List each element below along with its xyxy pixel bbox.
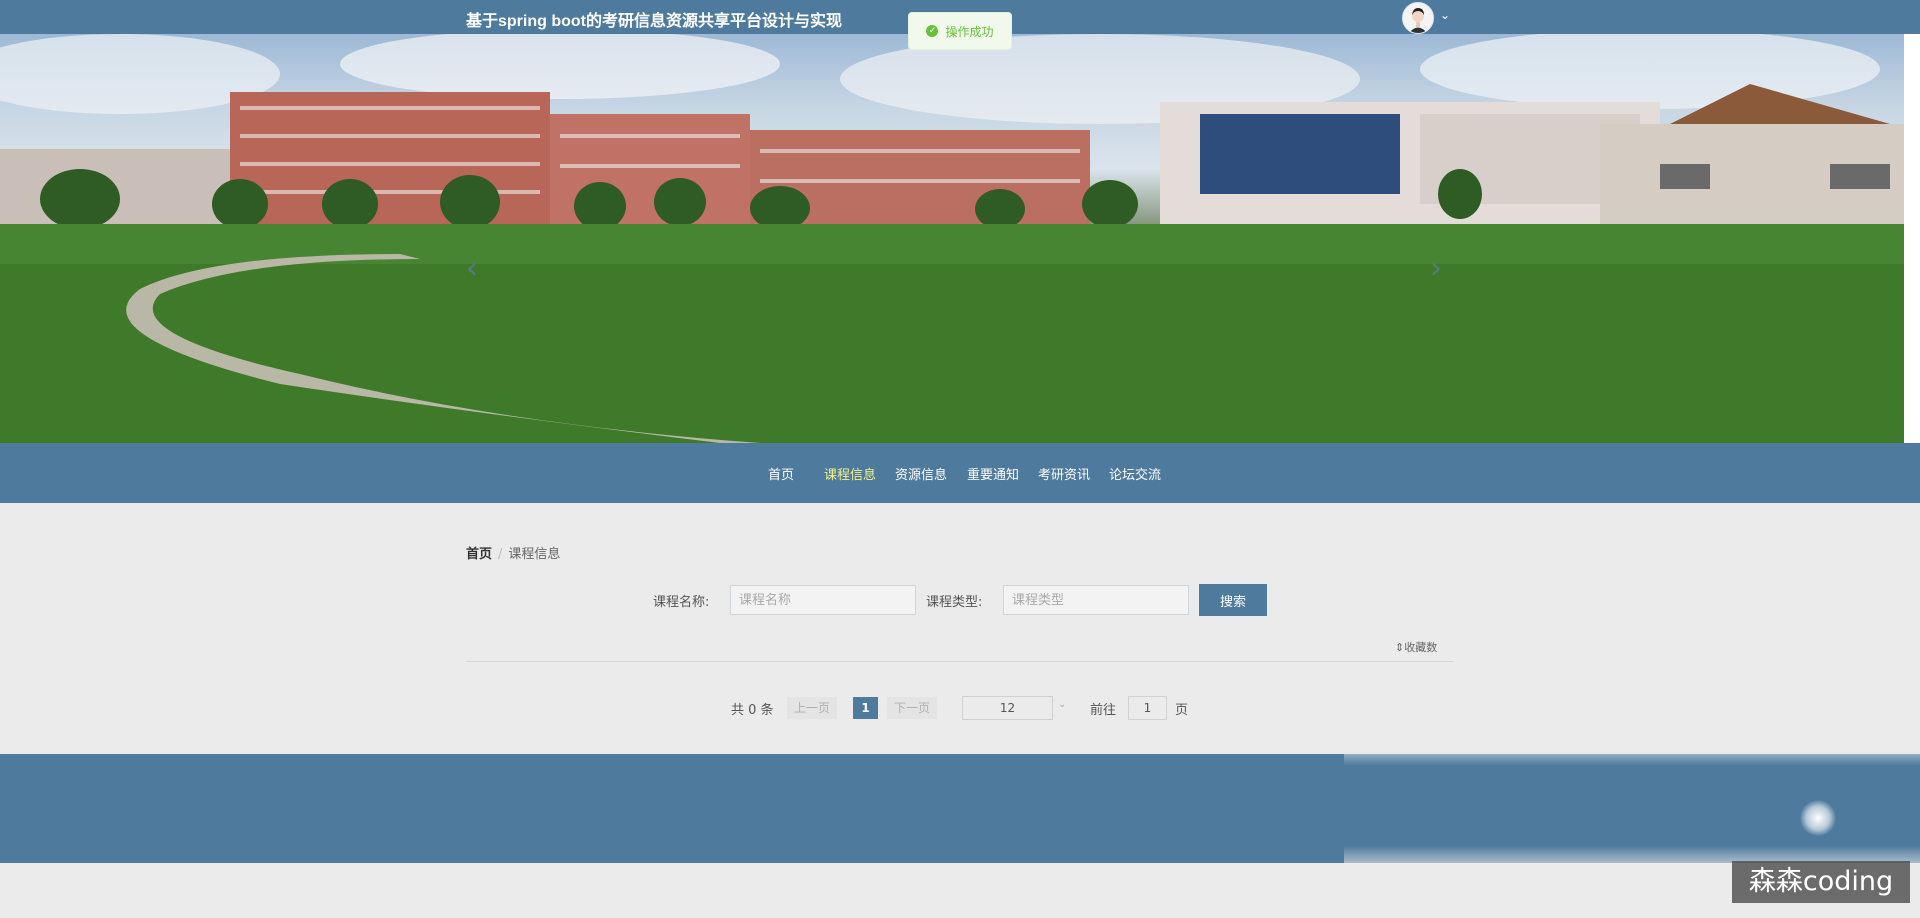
watermark: 森森coding [1732, 861, 1910, 903]
banner-carousel: ‹ › [0, 34, 1904, 443]
site-title: 基于spring boot的考研信息资源共享平台设计与实现 [466, 13, 842, 30]
course-type-input[interactable] [1003, 585, 1189, 615]
breadcrumb-home[interactable]: 首页 [466, 547, 492, 562]
carousel-prev-arrow[interactable]: ‹ [466, 254, 478, 284]
footer-light-dot [1800, 800, 1836, 836]
sort-by-favorites[interactable]: ⇕收藏数 [1395, 639, 1437, 655]
user-avatar[interactable] [1402, 2, 1434, 34]
chevron-down-icon[interactable]: ⌄ [1058, 699, 1066, 710]
list-divider [466, 661, 1453, 662]
pagination-total: 共 0 条 [731, 703, 774, 718]
next-page-button[interactable]: 下一页 [887, 697, 938, 719]
current-page-button[interactable]: 1 [853, 697, 878, 719]
course-name-label: 课程名称: [653, 595, 710, 610]
course-name-input[interactable] [730, 585, 916, 615]
nav-item-course-info[interactable]: 课程信息 [824, 464, 876, 483]
carousel-next-arrow[interactable]: › [1430, 254, 1442, 284]
nav-item-forum[interactable]: 论坛交流 [1109, 464, 1161, 483]
nav-item-home[interactable]: 首页 [768, 464, 794, 483]
page-word-label: 页 [1175, 703, 1189, 718]
success-toast: ✓ 操作成功 [908, 12, 1012, 50]
toast-message: 操作成功 [945, 24, 994, 39]
main-nav: 首页 课程信息 资源信息 重要通知 考研资讯 论坛交流 [0, 443, 1920, 503]
banner-image [0, 34, 1904, 443]
goto-label: 前往 [1090, 703, 1117, 718]
nav-item-notices[interactable]: 重要通知 [967, 464, 1019, 483]
footer-blur-overlay [1344, 742, 1920, 872]
nav-item-exam-news[interactable]: 考研资讯 [1038, 464, 1090, 483]
prev-page-button[interactable]: 上一页 [787, 697, 838, 719]
banner-edge [1904, 34, 1920, 443]
nav-item-resource-info[interactable]: 资源信息 [895, 464, 947, 483]
avatar-icon [1403, 3, 1433, 33]
breadcrumb-separator: / [498, 547, 503, 562]
course-type-label: 课程类型: [926, 595, 983, 610]
page-size-select[interactable]: 12 [962, 696, 1053, 720]
breadcrumb: 首页 / 课程信息 [466, 543, 560, 562]
search-button[interactable]: 搜索 [1199, 584, 1267, 616]
goto-page-input[interactable]: 1 [1128, 696, 1167, 720]
breadcrumb-current: 课程信息 [508, 547, 561, 562]
check-circle-icon: ✓ [926, 25, 939, 37]
chevron-down-icon[interactable]: ⌄ [1440, 8, 1450, 22]
